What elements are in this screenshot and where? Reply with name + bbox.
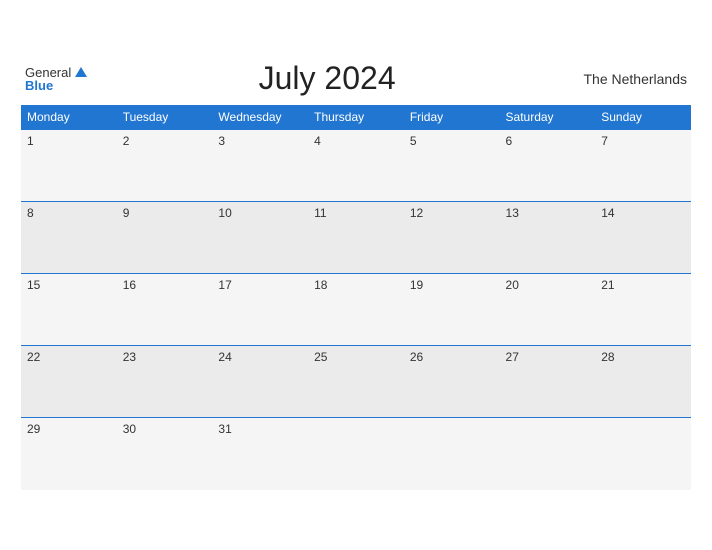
day-number: 2 [123, 134, 130, 148]
calendar-cell: 1 [21, 130, 117, 202]
calendar-cell: 14 [595, 202, 691, 274]
weekday-header-sunday: Sunday [595, 105, 691, 130]
calendar-cell: 29 [21, 418, 117, 490]
day-number: 28 [601, 350, 614, 364]
calendar-cell: 21 [595, 274, 691, 346]
calendar-cell: 24 [212, 346, 308, 418]
day-number: 23 [123, 350, 136, 364]
calendar-cell [404, 418, 500, 490]
calendar-cell: 18 [308, 274, 404, 346]
day-number: 26 [410, 350, 423, 364]
day-number: 5 [410, 134, 417, 148]
calendar-week-5: 29 30 31 [21, 418, 691, 490]
calendar-cell: 30 [117, 418, 213, 490]
calendar-cell: 17 [212, 274, 308, 346]
calendar-cell: 28 [595, 346, 691, 418]
day-number: 16 [123, 278, 136, 292]
day-number: 7 [601, 134, 608, 148]
calendar-cell: 10 [212, 202, 308, 274]
day-number: 6 [506, 134, 513, 148]
day-number: 24 [218, 350, 231, 364]
day-number: 29 [27, 422, 40, 436]
calendar-cell: 25 [308, 346, 404, 418]
calendar-cell: 26 [404, 346, 500, 418]
calendar-cell: 5 [404, 130, 500, 202]
day-number: 1 [27, 134, 34, 148]
calendar-cell: 9 [117, 202, 213, 274]
calendar-container: General Blue July 2024 The Netherlands M… [11, 50, 701, 500]
calendar-cell: 27 [500, 346, 596, 418]
weekday-header-wednesday: Wednesday [212, 105, 308, 130]
day-number: 4 [314, 134, 321, 148]
weekday-header-thursday: Thursday [308, 105, 404, 130]
logo: General Blue [25, 66, 87, 92]
day-number: 25 [314, 350, 327, 364]
calendar-title: July 2024 [87, 60, 567, 97]
calendar-cell: 7 [595, 130, 691, 202]
logo-general-text: General [25, 66, 71, 79]
calendar-cell: 12 [404, 202, 500, 274]
weekday-header-saturday: Saturday [500, 105, 596, 130]
day-number: 15 [27, 278, 40, 292]
calendar-cell: 13 [500, 202, 596, 274]
calendar-cell: 19 [404, 274, 500, 346]
day-number: 30 [123, 422, 136, 436]
calendar-header: General Blue July 2024 The Netherlands [21, 60, 691, 97]
day-number: 3 [218, 134, 225, 148]
day-number: 14 [601, 206, 614, 220]
calendar-cell: 15 [21, 274, 117, 346]
logo-blue-text: Blue [25, 79, 53, 92]
calendar-cell [308, 418, 404, 490]
calendar-body: 1234567891011121314151617181920212223242… [21, 130, 691, 490]
calendar-week-4: 22 23 24 25 26 27 28 [21, 346, 691, 418]
calendar-cell: 22 [21, 346, 117, 418]
day-number: 27 [506, 350, 519, 364]
day-number: 17 [218, 278, 231, 292]
day-number: 18 [314, 278, 327, 292]
calendar-cell: 8 [21, 202, 117, 274]
calendar-cell: 11 [308, 202, 404, 274]
calendar-thead: MondayTuesdayWednesdayThursdayFridaySatu… [21, 105, 691, 130]
calendar-cell: 16 [117, 274, 213, 346]
logo-triangle-icon [75, 67, 87, 77]
calendar-cell: 6 [500, 130, 596, 202]
day-number: 21 [601, 278, 614, 292]
day-number: 8 [27, 206, 34, 220]
day-number: 22 [27, 350, 40, 364]
calendar-cell: 23 [117, 346, 213, 418]
day-number: 31 [218, 422, 231, 436]
weekday-header-monday: Monday [21, 105, 117, 130]
weekday-header-tuesday: Tuesday [117, 105, 213, 130]
calendar-cell: 3 [212, 130, 308, 202]
calendar-cell [500, 418, 596, 490]
day-number: 20 [506, 278, 519, 292]
calendar-week-3: 15 16 17 18 19 20 21 [21, 274, 691, 346]
day-number: 12 [410, 206, 423, 220]
calendar-cell: 4 [308, 130, 404, 202]
calendar-cell: 31 [212, 418, 308, 490]
calendar-week-2: 8 9 10 11 12 13 14 [21, 202, 691, 274]
calendar-cell: 2 [117, 130, 213, 202]
day-number: 10 [218, 206, 231, 220]
calendar-cell [595, 418, 691, 490]
calendar-week-1: 1 2 3 4 5 6 7 [21, 130, 691, 202]
day-number: 13 [506, 206, 519, 220]
calendar-table: MondayTuesdayWednesdayThursdayFridaySatu… [21, 105, 691, 490]
weekday-header-row: MondayTuesdayWednesdayThursdayFridaySatu… [21, 105, 691, 130]
calendar-country: The Netherlands [567, 71, 687, 87]
weekday-header-friday: Friday [404, 105, 500, 130]
day-number: 19 [410, 278, 423, 292]
day-number: 9 [123, 206, 130, 220]
day-number: 11 [314, 206, 326, 220]
calendar-cell: 20 [500, 274, 596, 346]
